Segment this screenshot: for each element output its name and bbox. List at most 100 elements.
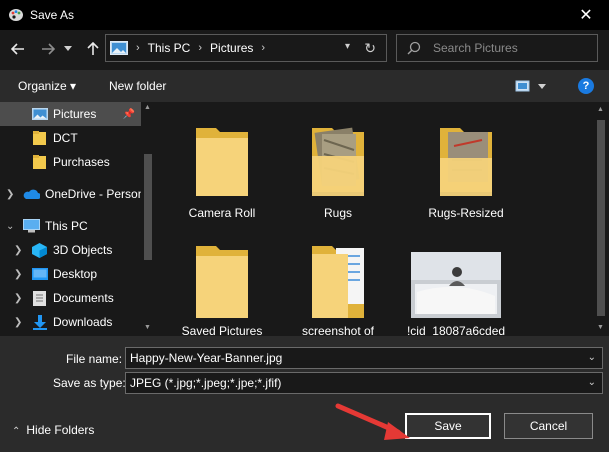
file-name-label: File name:	[66, 352, 123, 366]
image-thumbnail-icon	[411, 252, 501, 318]
close-icon: ✕	[579, 7, 593, 24]
sidebar-item-label: Pictures	[53, 107, 97, 121]
search-box[interactable]: Search Pictures	[396, 34, 598, 62]
file-item-cid-image[interactable]: !cid_18087a6cded	[401, 234, 511, 338]
breadcrumb-this-pc[interactable]: This PC	[148, 41, 191, 55]
hide-folders-label: Hide Folders	[26, 423, 95, 437]
sidebar-item-label: 3D Objects	[53, 243, 113, 257]
scroll-down-icon[interactable]: ▼	[597, 324, 604, 331]
scroll-up-icon[interactable]: ▲	[144, 104, 151, 111]
chevron-right-icon[interactable]: ❯	[14, 317, 22, 328]
title-bar: Save As ✕	[0, 0, 609, 30]
save-button[interactable]: Save	[405, 413, 491, 439]
sidebar-item-label: This PC	[45, 219, 88, 233]
help-button[interactable]: ?	[578, 78, 594, 94]
chevron-down-icon[interactable]: ⌄	[588, 377, 596, 388]
file-item-label: Camera Roll	[188, 206, 256, 220]
chevron-down-icon[interactable]: ⌄	[588, 352, 596, 363]
breadcrumb-pictures[interactable]: Pictures	[210, 41, 253, 55]
chevron-up-icon: ⌃	[12, 426, 21, 437]
scroll-down-icon[interactable]: ▼	[144, 324, 151, 331]
sidebar-item-pictures[interactable]: Pictures 📌	[0, 102, 141, 126]
save-button-label: Save	[434, 419, 462, 433]
sidebar-item-label: Documents	[53, 291, 114, 305]
navigation-pane: Pictures 📌 DCT Purchases ❯ OneDrive - Pe…	[0, 102, 155, 336]
file-name-value: Happy-New-Year-Banner.jpg	[130, 351, 283, 365]
sidebar-item-purchases[interactable]: Purchases	[0, 150, 141, 174]
recent-locations-button[interactable]	[62, 39, 74, 59]
sidebar-item-onedrive[interactable]: ❯ OneDrive - Person	[0, 182, 145, 206]
sidebar-item-documents[interactable]: ❯ Documents	[0, 286, 141, 310]
file-item-rugs-resized[interactable]: Rugs-Resized	[411, 112, 521, 227]
up-button[interactable]	[83, 39, 103, 59]
address-dropdown-icon[interactable]: ▾	[345, 41, 350, 52]
computer-icon	[23, 219, 40, 233]
folder-with-documents-icon	[312, 246, 364, 318]
search-icon	[407, 41, 421, 55]
command-bar: Organize ▾ New folder ?	[0, 70, 609, 102]
documents-icon	[33, 290, 46, 306]
sidebar-item-label: Downloads	[53, 315, 113, 329]
sidebar-item-downloads[interactable]: ❯ Downloads	[0, 310, 141, 334]
folder-icon	[196, 128, 248, 196]
file-item-rugs[interactable]: Rugs	[283, 112, 393, 227]
sidebar-item-dct[interactable]: DCT	[0, 126, 141, 150]
folder-icon	[196, 246, 248, 318]
save-as-type-label: Save as type:	[53, 376, 126, 390]
file-list-scrollbar[interactable]: ▲ ▼	[593, 102, 609, 336]
save-as-type-value: JPEG (*.jpg;*.jpeg;*.jpe;*.jfif)	[130, 376, 282, 390]
paint-app-icon	[9, 9, 23, 21]
address-bar[interactable]: › This PC › Pictures › ▾ ↻	[105, 34, 387, 62]
file-item-label: Rugs	[323, 206, 352, 220]
help-icon: ?	[582, 80, 590, 92]
cancel-button[interactable]: Cancel	[504, 413, 593, 439]
folder-icon	[33, 155, 46, 169]
breadcrumb-separator-icon[interactable]: ›	[261, 42, 265, 54]
file-item-screenshot-of[interactable]: screenshot of	[283, 234, 393, 338]
folder-with-images-icon	[312, 127, 364, 196]
back-button[interactable]	[8, 39, 28, 59]
breadcrumb-separator-icon: ›	[198, 42, 203, 54]
save-form: File name: Happy-New-Year-Banner.jpg ⌄ S…	[0, 336, 609, 452]
file-list: Camera Roll Rugs Rugs-Resized Saved Pict…	[155, 102, 593, 338]
chevron-right-icon[interactable]: ❯	[14, 293, 22, 304]
sidebar-scrollbar[interactable]: ▲ ▼	[141, 102, 155, 336]
breadcrumb-separator-icon: ›	[136, 42, 140, 54]
save-as-type-select[interactable]: JPEG (*.jpg;*.jpeg;*.jpe;*.jfif) ⌄	[125, 372, 603, 394]
file-item-label: Rugs-Resized	[428, 206, 504, 220]
chevron-down-icon[interactable]: ⌄	[6, 221, 14, 232]
new-folder-button[interactable]: New folder	[109, 79, 166, 93]
chevron-right-icon[interactable]: ❯	[14, 245, 22, 256]
file-name-input[interactable]: Happy-New-Year-Banner.jpg ⌄	[125, 347, 603, 369]
chevron-right-icon[interactable]: ❯	[14, 269, 22, 280]
close-button[interactable]: ✕	[563, 0, 609, 30]
forward-arrow-icon	[42, 43, 55, 55]
file-list-scrollbar-thumb[interactable]	[597, 120, 605, 316]
organize-button[interactable]: Organize ▾	[18, 79, 76, 93]
downloads-icon	[33, 314, 47, 330]
hide-folders-button[interactable]: ⌃ Hide Folders	[12, 423, 94, 437]
refresh-icon[interactable]: ↻	[364, 40, 376, 57]
sidebar-item-label: OneDrive - Person	[45, 187, 145, 201]
cancel-button-label: Cancel	[529, 419, 568, 433]
change-view-button[interactable]	[515, 78, 551, 94]
sidebar-item-this-pc[interactable]: ⌄ This PC	[0, 214, 141, 238]
view-icon	[515, 80, 546, 92]
chevron-down-icon	[64, 46, 72, 51]
sidebar-item-label: DCT	[53, 131, 78, 145]
chevron-right-icon[interactable]: ❯	[6, 189, 14, 200]
3d-objects-icon	[32, 242, 47, 258]
sidebar-scrollbar-thumb[interactable]	[144, 154, 152, 260]
forward-button[interactable]	[38, 39, 58, 59]
up-arrow-icon	[87, 42, 99, 55]
desktop-icon	[32, 268, 48, 280]
onedrive-icon	[23, 189, 40, 199]
folder-icon	[33, 131, 46, 145]
sidebar-item-3d-objects[interactable]: ❯ 3D Objects	[0, 238, 141, 262]
search-input[interactable]: Search Pictures	[433, 41, 518, 55]
file-item-saved-pictures[interactable]: Saved Pictures	[167, 234, 277, 338]
pin-icon[interactable]: 📌	[123, 109, 135, 120]
sidebar-item-desktop[interactable]: ❯ Desktop	[0, 262, 141, 286]
file-item-camera-roll[interactable]: Camera Roll	[167, 112, 277, 227]
scroll-up-icon[interactable]: ▲	[597, 106, 604, 113]
